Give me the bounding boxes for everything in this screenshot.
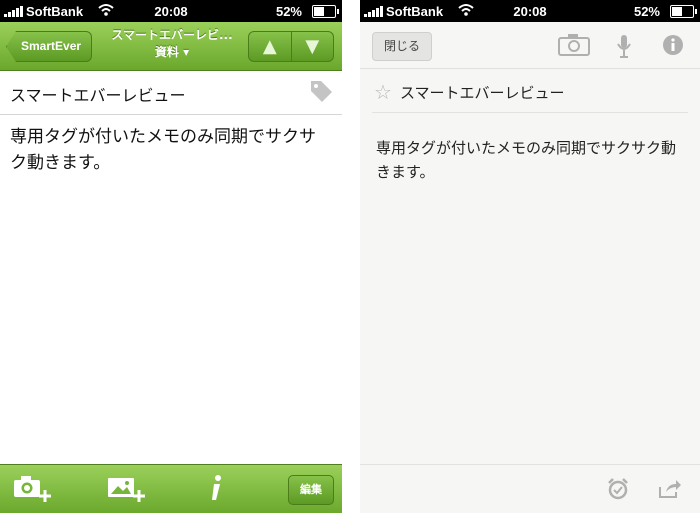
note-title[interactable]: スマートエバーレビュー	[400, 82, 565, 103]
back-button[interactable]: SmartEver	[6, 31, 93, 62]
status-bar: SoftBank 20:08 52%	[0, 0, 342, 22]
arrow-down-icon: ▼	[305, 36, 320, 57]
bottom-toolbar: 編集	[0, 464, 342, 513]
info-icon[interactable]	[662, 34, 684, 56]
battery-percent: 52%	[275, 4, 302, 19]
star-icon[interactable]: ☆	[374, 80, 392, 104]
evernote-screen: SoftBank 20:08 52% 閉じる ☆ スマートエバーレビュー 専用タ…	[360, 0, 700, 513]
battery-percent: 52%	[633, 4, 660, 19]
note-body[interactable]: 専用タグが付いたメモのみ同期でサクサク動きます。	[376, 136, 688, 184]
divider	[372, 112, 688, 113]
status-bar: SoftBank 20:08 52%	[360, 0, 700, 22]
note-header: 閉じる	[360, 22, 700, 69]
note-title[interactable]: スマートエバーレビュー	[10, 82, 186, 106]
arrow-up-icon: ▲	[262, 36, 277, 57]
smartever-screen: SoftBank 20:08 52% SmartEver スマートエバーレビ..…	[0, 0, 342, 513]
chevron-down-icon: ▾	[183, 45, 190, 59]
note-body[interactable]: 専用タグが付いたメモのみ同期でサクサク動きます。	[10, 124, 330, 176]
next-note-button[interactable]: ▼	[292, 32, 334, 61]
note-title-truncated: スマートエバーレビ...	[111, 28, 233, 42]
share-icon[interactable]	[658, 479, 682, 499]
battery-icon	[670, 5, 697, 18]
alarm-clock-icon[interactable]	[606, 477, 630, 501]
add-camera-icon[interactable]	[12, 473, 54, 503]
previous-note-button[interactable]: ▲	[249, 32, 292, 61]
prev-next-control: ▲ ▼	[248, 31, 334, 62]
close-button[interactable]: 閉じる	[372, 32, 432, 61]
tag-icon[interactable]	[308, 78, 334, 104]
microphone-icon[interactable]	[616, 34, 632, 58]
navigation-bar: SmartEver スマートエバーレビ... 資料 ▾ ▲ ▼	[0, 22, 342, 71]
edit-button[interactable]: 編集	[288, 475, 334, 505]
nav-title[interactable]: スマートエバーレビ... 資料 ▾	[100, 27, 244, 61]
note-footer	[360, 464, 700, 513]
battery-icon	[312, 5, 339, 18]
info-icon[interactable]	[196, 473, 238, 503]
divider	[0, 114, 342, 115]
camera-icon[interactable]	[558, 34, 590, 56]
add-photo-icon[interactable]	[106, 473, 148, 503]
notebook-label: 資料	[154, 45, 179, 59]
